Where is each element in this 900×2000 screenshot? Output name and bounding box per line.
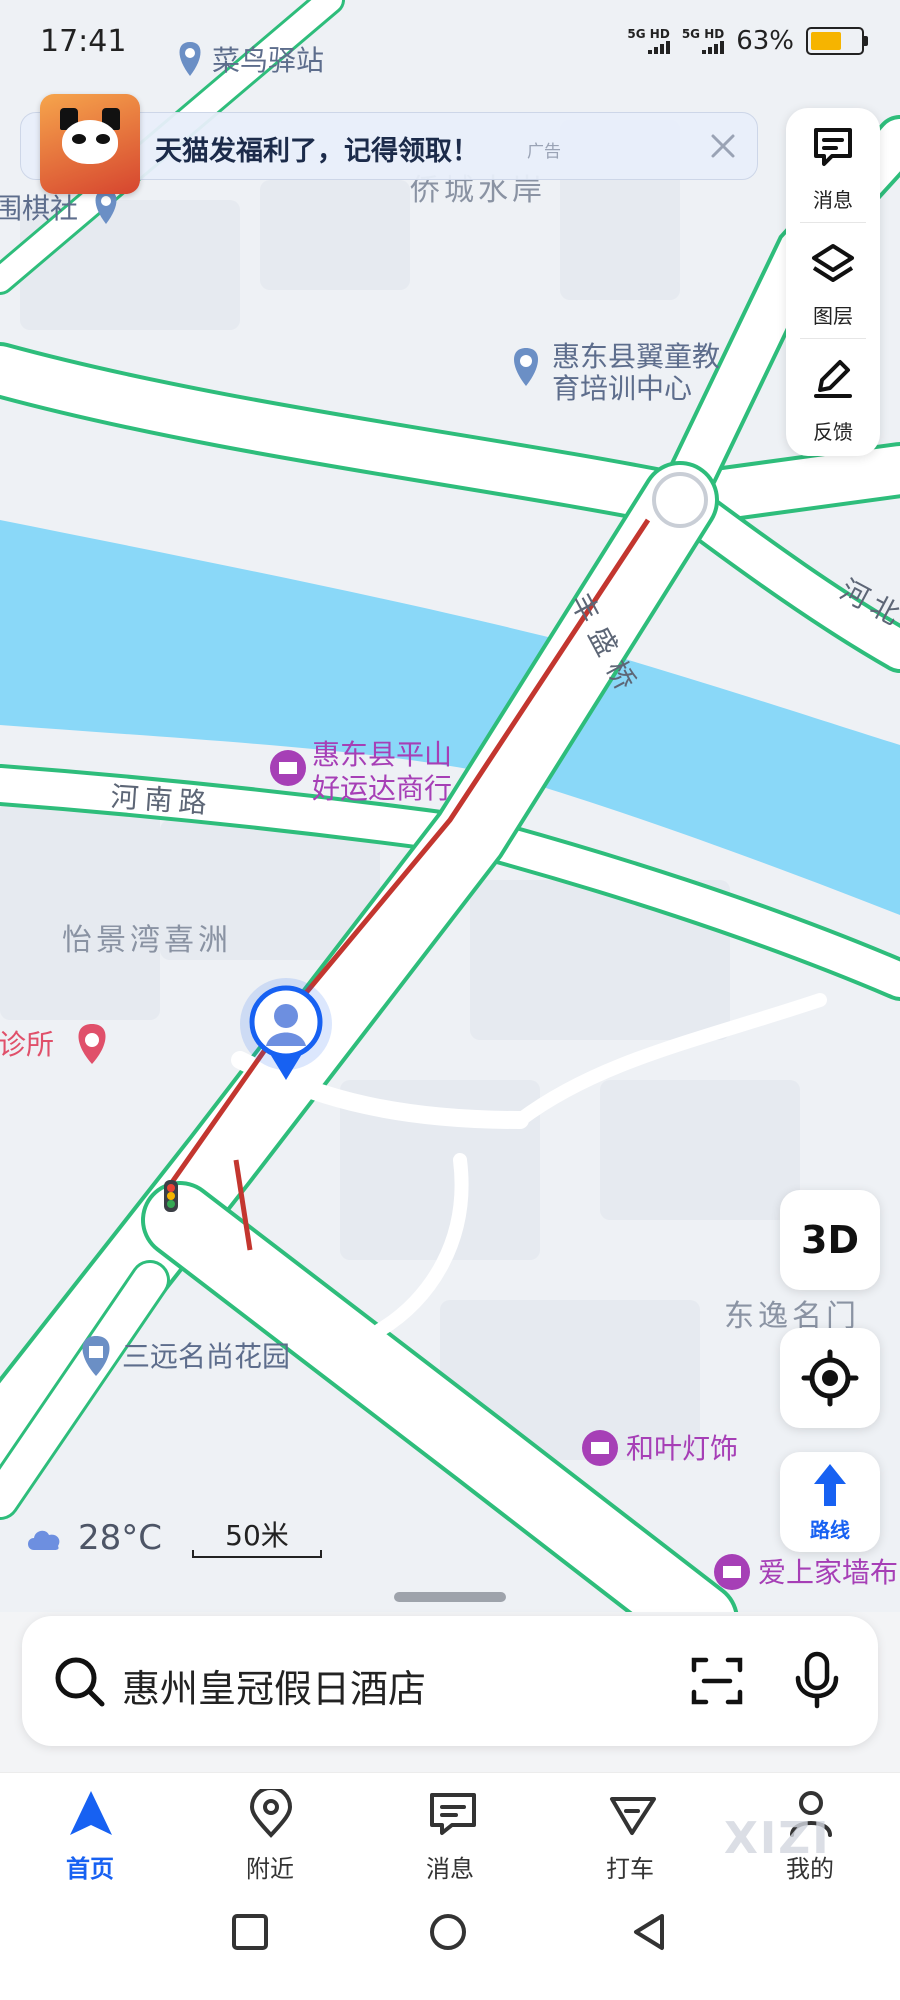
- layers-icon: [812, 244, 854, 282]
- poi-label-line2: 育培训中心: [552, 372, 692, 405]
- battery-icon: [806, 27, 868, 55]
- system-nav-bar: [0, 1882, 900, 2000]
- area-label-yijingwan: 怡景湾喜洲: [62, 923, 232, 958]
- locate-button[interactable]: [780, 1328, 880, 1428]
- poi-aishangjia[interactable]: 爱上家墙布: [714, 1554, 898, 1590]
- weather-widget[interactable]: 28°C: [24, 1518, 162, 1558]
- roundabout: [652, 472, 708, 528]
- search-icon: [55, 1657, 105, 1707]
- recents-icon[interactable]: [230, 1912, 270, 1952]
- tab-messages[interactable]: 消息: [370, 1773, 530, 1883]
- watermark: XIZI: [724, 1813, 831, 1864]
- poi-label: 和叶灯饰: [626, 1432, 738, 1465]
- nearby-pin-icon: [249, 1789, 293, 1838]
- drag-handle[interactable]: [394, 1592, 506, 1602]
- message-icon: [814, 128, 852, 166]
- scale-bar: [192, 1550, 322, 1558]
- ad-text[interactable]: 天猫发福利了，记得领取！: [155, 129, 479, 168]
- tab-label: 附近: [246, 1855, 294, 1883]
- poi-label: 围棋社: [0, 192, 78, 225]
- poi-heye[interactable]: 和叶灯饰: [582, 1430, 738, 1466]
- ad-image[interactable]: [40, 94, 140, 194]
- close-icon[interactable]: [703, 126, 743, 166]
- message-icon: [430, 1793, 476, 1835]
- map-scale: 50米: [192, 1514, 322, 1558]
- cloud-icon: [28, 1530, 60, 1550]
- tool-feedback-button[interactable]: 反馈: [786, 340, 880, 454]
- search-input[interactable]: 惠州皇冠假日酒店: [122, 1658, 426, 1713]
- tab-taxi[interactable]: 打车: [550, 1773, 710, 1883]
- status-time: 17:41: [40, 24, 127, 59]
- poi-label-line1: 惠东县平山: [312, 738, 452, 771]
- battery-percent: 63%: [736, 26, 794, 56]
- poi-label: 三远名尚花园: [122, 1340, 290, 1373]
- tab-label: 首页: [66, 1855, 114, 1883]
- traffic-light-icon: [164, 1180, 178, 1212]
- map-tools-panel: 消息 图层 反馈: [786, 108, 880, 456]
- status-bar: 17:41 5G HD 5G HD 63%: [0, 0, 900, 80]
- poi-label: 诊所: [0, 1028, 54, 1061]
- ad-tag: 广告: [527, 142, 561, 162]
- tool-label: 图层: [813, 304, 853, 328]
- tab-label: 消息: [426, 1855, 474, 1883]
- bottom-tab-bar: 首页 附近 消息 打车 我的 XIZI: [0, 1772, 900, 1883]
- poi-clinic[interactable]: 诊所: [0, 1024, 106, 1064]
- status-indicators: 5G HD 5G HD 63%: [627, 26, 868, 56]
- route-label: 路线: [810, 1518, 850, 1542]
- poi-label-line2: 好运达商行: [312, 772, 452, 805]
- network-label: 5G HD: [627, 27, 670, 41]
- route-arrow-icon: [814, 1464, 846, 1506]
- tab-home[interactable]: 首页: [10, 1773, 170, 1883]
- poi-label-line1: 惠东县翼童教: [552, 340, 720, 373]
- back-icon[interactable]: [630, 1912, 670, 1952]
- network-label: 5G HD: [681, 27, 725, 41]
- tab-nearby[interactable]: 附近: [190, 1773, 350, 1883]
- tool-layers-button[interactable]: 图层: [786, 224, 880, 338]
- tool-messages-button[interactable]: 消息: [786, 108, 880, 222]
- scan-icon[interactable]: [690, 1654, 744, 1708]
- 3d-toggle-button[interactable]: 3D: [780, 1190, 880, 1290]
- map-canvas[interactable]: 河南路 河北 丰盛桥 菜鸟驿站 围棋社 侨城水岸 惠东县翼童教 育培训中心 惠东…: [0, 0, 900, 1620]
- home-nav-icon: [70, 1791, 112, 1835]
- poi-label: 爱上家墙布: [758, 1556, 898, 1589]
- tab-label: 打车: [606, 1855, 654, 1883]
- tool-label: 反馈: [813, 420, 853, 444]
- scale-label: 50米: [225, 1519, 289, 1552]
- signal-icon: 5G HD: [627, 27, 670, 54]
- tool-label: 消息: [813, 188, 853, 212]
- search-bar[interactable]: 惠州皇冠假日酒店: [22, 1616, 878, 1746]
- feedback-icon: [814, 360, 852, 398]
- mic-icon[interactable]: [792, 1650, 842, 1710]
- route-button[interactable]: 路线: [780, 1452, 880, 1552]
- taxi-icon: [610, 1797, 656, 1835]
- locate-icon: [801, 1349, 859, 1407]
- weather-temperature: 28°C: [78, 1518, 163, 1558]
- signal-icon: 5G HD: [681, 27, 725, 54]
- home-icon[interactable]: [428, 1912, 468, 1952]
